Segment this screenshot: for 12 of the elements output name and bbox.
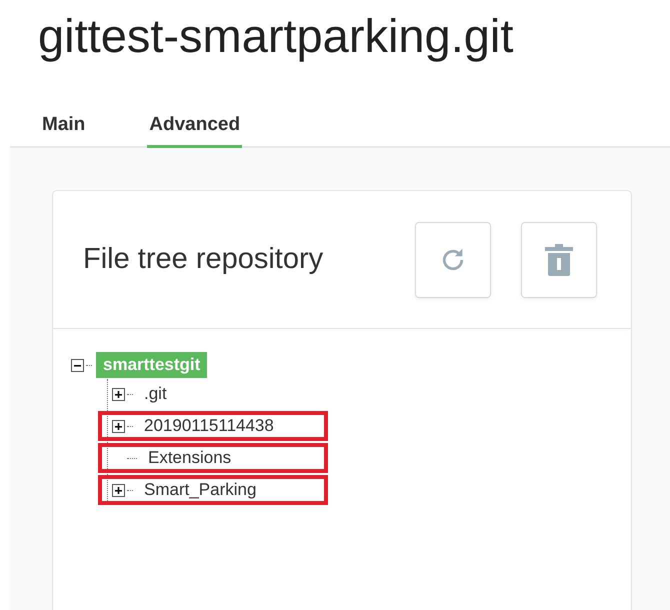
tree-node[interactable]: 20190115114438 bbox=[137, 413, 281, 439]
panel-title: File tree repository bbox=[83, 243, 324, 276]
expand-icon[interactable] bbox=[112, 420, 125, 432]
trash-icon bbox=[545, 244, 573, 276]
expand-icon[interactable] bbox=[112, 388, 125, 400]
tab[interactable]: Main bbox=[40, 101, 88, 148]
expand-icon[interactable] bbox=[112, 484, 125, 496]
tree-node[interactable]: Extensions bbox=[141, 445, 238, 471]
tree-node[interactable]: .git bbox=[137, 381, 174, 407]
page-title: gittest-smartparking.git bbox=[38, 8, 514, 64]
collapse-icon[interactable] bbox=[71, 358, 84, 372]
tree-node[interactable]: Smart_Parking bbox=[137, 477, 264, 503]
